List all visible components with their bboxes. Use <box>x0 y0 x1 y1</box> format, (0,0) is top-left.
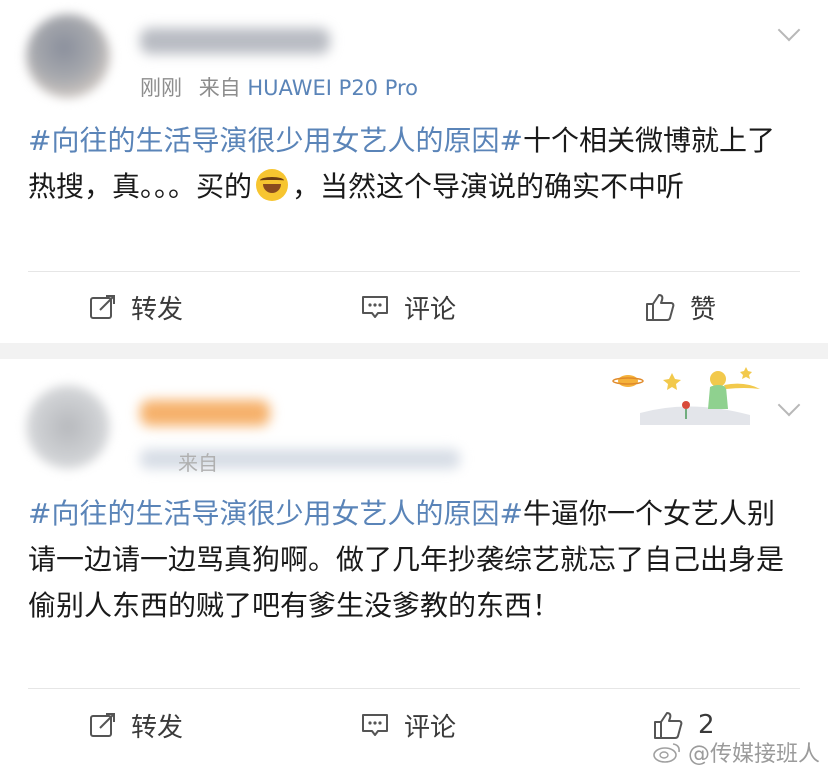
like-button[interactable]: 赞 <box>644 272 716 342</box>
post-text: #向往的生活导演很少用女艺人的原因#牛逼你一个女艺人别请一边请一边骂真狗啊。做了… <box>28 491 798 629</box>
share-icon <box>90 295 115 319</box>
repost-label: 转发 <box>131 294 184 325</box>
comment-button[interactable]: 评论 <box>360 690 456 760</box>
repost-button[interactable]: 转发 <box>89 690 183 760</box>
username-blurred[interactable] <box>140 28 330 54</box>
chevron-down-icon[interactable] <box>777 18 801 42</box>
post-meta: 刚刚 来自 HUAWEI P20 Pro <box>140 72 418 102</box>
post-card-1: 刚刚 来自 HUAWEI P20 Pro #向往的生活导演很少用女艺人的原因#十… <box>0 0 828 343</box>
topic-link[interactable]: #向往的生活导演很少用女艺人的原因# <box>28 124 523 157</box>
post-text: #向往的生活导演很少用女艺人的原因#十个相关微博就上了热搜，真。。。买的 ，当然这… <box>28 118 798 210</box>
weibo-logo-icon <box>653 743 680 763</box>
watermark-text: @传媒接班人 <box>687 742 820 767</box>
repost-button[interactable]: 转发 <box>89 272 183 342</box>
comment-label: 评论 <box>404 712 457 743</box>
post-card-2: 来自 #向往的生活导演很少用女艺人的原因#牛逼你一个女艺人别请一边请一边骂真狗啊… <box>0 359 828 775</box>
laughing-tears-emoji <box>256 169 289 201</box>
from-label: 来自 <box>178 451 218 475</box>
chevron-down-icon[interactable] <box>777 393 801 417</box>
repost-label: 转发 <box>131 712 184 743</box>
action-bar: 转发 评论 赞 <box>0 272 828 342</box>
comment-icon <box>362 296 388 318</box>
from-label: 来自 <box>198 76 241 100</box>
comment-icon <box>362 714 388 736</box>
share-icon <box>90 713 115 737</box>
post-body-cont: ，当然这个导演说的确实不中听 <box>292 170 685 203</box>
watermark: @传媒接班人 <box>652 736 820 768</box>
comment-label: 评论 <box>404 294 457 325</box>
like-label: 赞 <box>690 294 717 325</box>
little-prince-sticker-icon <box>612 367 760 425</box>
avatar[interactable] <box>26 385 110 469</box>
thumbs-up-icon <box>646 294 675 321</box>
comment-button[interactable]: 评论 <box>360 272 456 342</box>
post-time: 刚刚 <box>140 76 182 100</box>
post-source[interactable]: HUAWEI P20 Pro <box>247 76 418 100</box>
topic-link[interactable]: #向往的生活导演很少用女艺人的原因# <box>28 497 523 530</box>
avatar[interactable] <box>26 14 110 98</box>
username-blurred[interactable] <box>140 400 270 426</box>
divider <box>28 688 800 689</box>
